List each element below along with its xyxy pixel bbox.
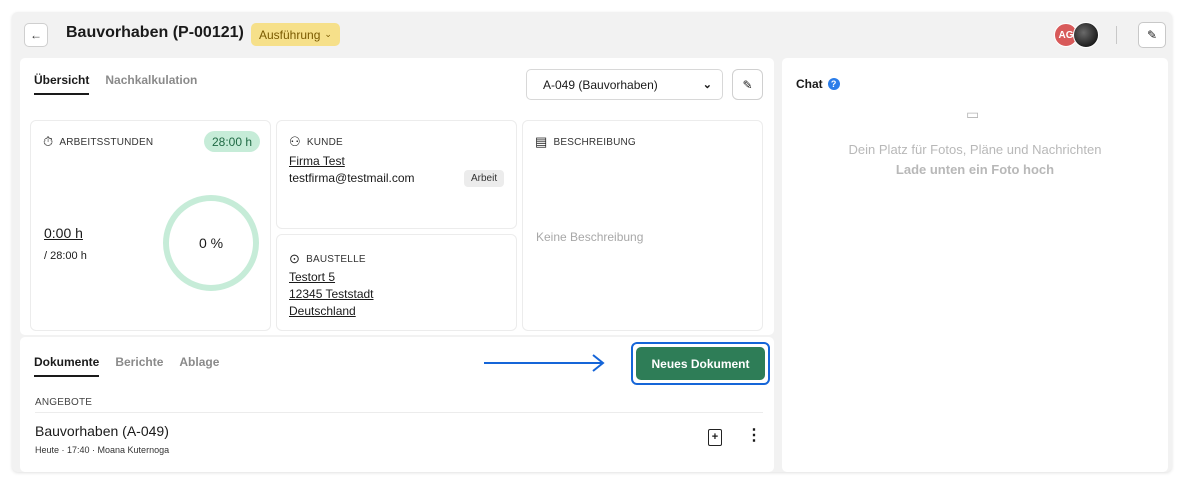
status-badge[interactable]: Ausführung ⌄	[251, 23, 340, 46]
site-street[interactable]: Testort 5	[289, 270, 335, 284]
help-icon[interactable]: ?	[827, 78, 840, 90]
hours-box: ⏱ ARBEITSSTUNDEN 28:00 h 0:00 h / 28:00 …	[30, 120, 271, 331]
customer-header: ⚇ KUNDE	[289, 134, 343, 150]
site-city[interactable]: 12345 Teststadt	[289, 287, 374, 301]
overview-tabs: Übersicht Nachkalkulation	[34, 73, 197, 95]
customer-box: ⚇ KUNDE Firma Test testfirma@testmail.co…	[276, 120, 517, 229]
user-icon: ⚇	[289, 134, 301, 149]
document-title[interactable]: Bauvorhaben (A-049)	[35, 423, 169, 439]
hours-current[interactable]: 0:00 h	[44, 225, 83, 241]
stopwatch-icon: ⏱	[43, 134, 54, 149]
message-text-icon: ▤	[535, 134, 548, 149]
more-vertical-icon[interactable]: ⋮	[746, 428, 762, 444]
chat-bubble-icon: ▭	[966, 106, 980, 122]
description-header: ▤ BESCHREIBUNG	[535, 134, 636, 150]
hours-header: ⏱ ARBEITSSTUNDEN	[43, 134, 153, 150]
status-label: Ausführung	[259, 27, 321, 42]
location-pin-icon: ⊙	[289, 251, 301, 266]
site-country[interactable]: Deutschland	[289, 304, 356, 318]
arrow-left-icon: ←	[30, 28, 42, 42]
page-title: Bauvorhaben (P-00121)	[66, 24, 244, 41]
annotation-arrow	[484, 354, 605, 372]
site-box: ⊙ BAUSTELLE Testort 5 12345 Teststadt De…	[276, 234, 517, 331]
overview-card: Übersicht Nachkalkulation A-049 (Bauvorh…	[20, 58, 774, 335]
hours-progress-ring: 0 %	[163, 195, 259, 291]
description-label: BESCHREIBUNG	[553, 136, 636, 148]
customer-tag: Arbeit	[464, 170, 505, 187]
avatar-photo[interactable]	[1073, 22, 1099, 48]
chat-header: Chat ?	[796, 77, 840, 91]
edit-project-button[interactable]: ✎	[1138, 22, 1166, 48]
chevron-down-icon: ⌄	[702, 79, 712, 91]
section-label-angebote: ANGEBOTE	[35, 397, 93, 408]
description-box[interactable]: ▤ BESCHREIBUNG Keine Beschreibung	[522, 120, 763, 331]
app-window: ← Bauvorhaben (P-00121) Ausführung ⌄ AG …	[12, 12, 1172, 472]
pencil-icon: ✎	[742, 77, 753, 92]
file-plus-icon[interactable]: +	[708, 429, 722, 446]
document-meta: Heute · 17:40 · Moana Kuternoga	[35, 445, 170, 455]
back-button[interactable]: ←	[24, 23, 48, 47]
chat-title: Chat	[796, 77, 823, 91]
hours-percent: 0 %	[198, 235, 224, 251]
edit-offer-button[interactable]: ✎	[732, 69, 763, 100]
offer-select-value: A-049 (Bauvorhaben)	[543, 77, 658, 92]
hours-label: ARBEITSSTUNDEN	[59, 136, 154, 148]
new-document-button[interactable]: Neues Dokument	[636, 347, 765, 380]
pencil-icon: ✎	[1146, 28, 1158, 42]
divider	[35, 412, 763, 413]
customer-name-link[interactable]: Firma Test	[289, 154, 345, 168]
offer-select[interactable]: A-049 (Bauvorhaben) ⌄	[526, 69, 723, 100]
tab-nachkalkulation[interactable]: Nachkalkulation	[105, 73, 197, 95]
chat-panel: Chat ? ▭ Dein Platz für Fotos, Pläne und…	[782, 58, 1168, 472]
hours-total: / 28:00 h	[44, 250, 87, 262]
description-empty: Keine Beschreibung	[536, 230, 644, 244]
documents-card: Dokumente Berichte Ablage Neues Dokument…	[20, 337, 774, 472]
chevron-down-icon: ⌄	[324, 29, 332, 39]
tab-berichte[interactable]: Berichte	[115, 355, 163, 377]
header-divider	[1116, 26, 1117, 44]
tab-dokumente[interactable]: Dokumente	[34, 355, 100, 377]
chat-empty-hint: Lade unten ein Foto hoch	[895, 162, 1055, 177]
chat-empty-text: Dein Platz für Fotos, Pläne und Nachrich…	[848, 142, 1102, 157]
site-header: ⊙ BAUSTELLE	[289, 251, 366, 267]
customer-label: KUNDE	[306, 136, 343, 148]
new-document-highlight: Neues Dokument	[631, 342, 770, 385]
tab-ablage[interactable]: Ablage	[179, 355, 219, 377]
page-header: ← Bauvorhaben (P-00121) Ausführung ⌄ AG …	[12, 12, 1172, 58]
site-label: BAUSTELLE	[306, 253, 366, 265]
documents-tabs: Dokumente Berichte Ablage	[34, 355, 219, 377]
tab-uebersicht[interactable]: Übersicht	[34, 73, 90, 95]
customer-email: testfirma@testmail.com	[289, 171, 415, 185]
hours-budget-badge: 28:00 h	[204, 131, 261, 152]
